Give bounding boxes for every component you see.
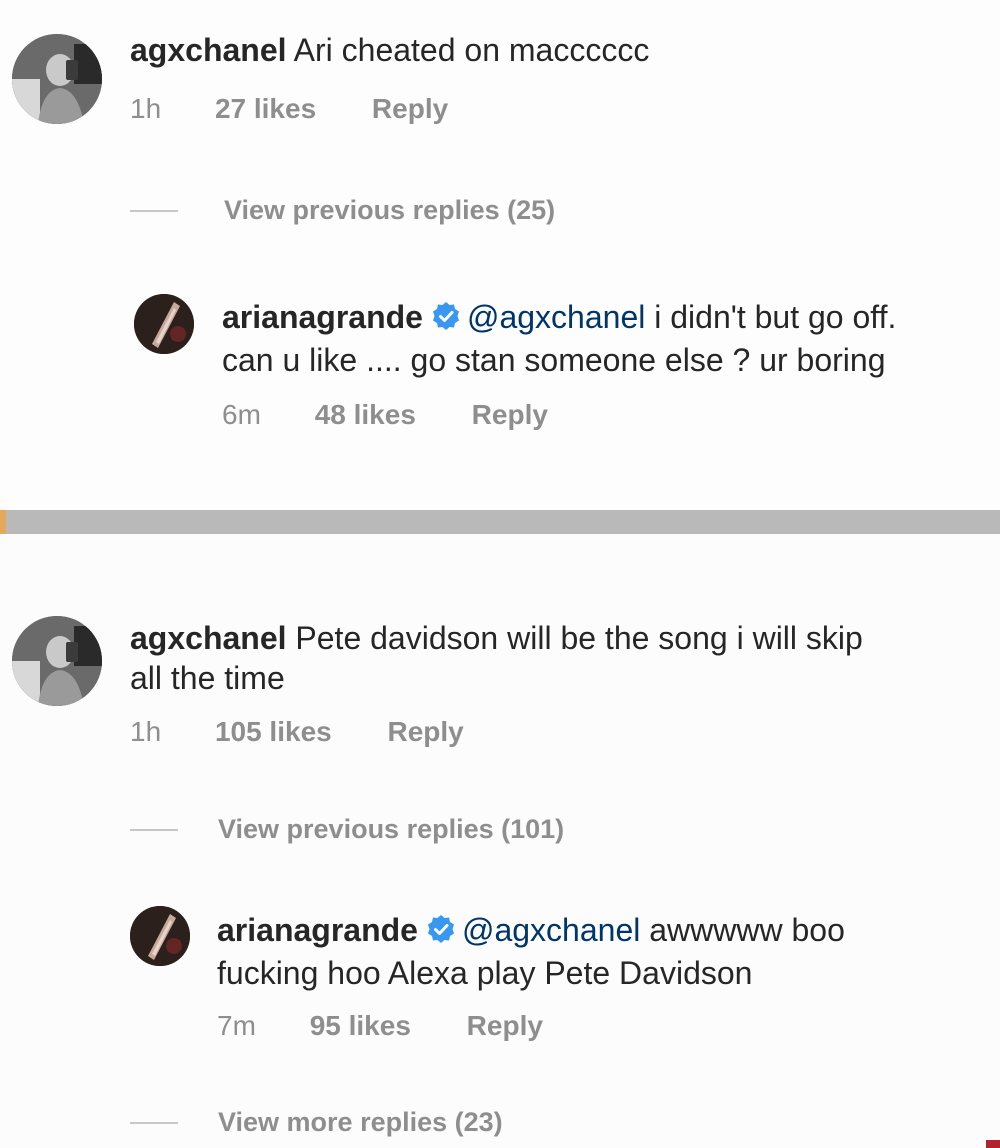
verified-user-avatar-icon[interactable] [130, 906, 190, 966]
thread-divider-line [130, 829, 178, 831]
reply-username[interactable]: arianagrande [217, 912, 418, 948]
comment-text-line1: Pete davidson will be the song i will sk… [295, 620, 863, 656]
thread-divider-line [130, 210, 178, 212]
reply-mention[interactable]: @agxchanel [462, 912, 640, 948]
view-previous-replies[interactable]: View previous replies (101) [130, 812, 690, 846]
user-avatar-icon[interactable] [12, 34, 102, 124]
reply-button[interactable]: Reply [372, 92, 448, 126]
reply-meta: 7m 95 likes Reply [217, 1009, 543, 1043]
comment-username[interactable]: agxchanel [130, 620, 287, 656]
reply-likes[interactable]: 95 likes [310, 1009, 411, 1043]
view-previous-replies-label[interactable]: View previous replies (101) [218, 812, 564, 846]
verified-user-avatar-icon[interactable] [134, 294, 194, 354]
reply-body: arianagrande @agxchanel awwwww boo fuckin… [217, 910, 845, 993]
reply-text-line2: can u like .... go stan someone else ? u… [222, 342, 886, 378]
reply-time: 7m [217, 1010, 256, 1041]
reply-meta: 6m 48 likes Reply [222, 398, 548, 432]
reply-mention[interactable]: @agxchanel [467, 299, 645, 335]
view-more-replies[interactable]: View more replies (23) [130, 1105, 690, 1139]
comment-likes[interactable]: 105 likes [215, 715, 332, 749]
reply-text-line2: fucking hoo Alexa play Pete Davidson [217, 955, 753, 991]
screenshot-divider [0, 510, 1000, 534]
divider-accent [0, 510, 6, 534]
view-previous-replies[interactable]: View previous replies (25) [130, 193, 690, 227]
corner-watermark [986, 1140, 1000, 1148]
reply-time: 6m [222, 399, 261, 430]
view-previous-replies-label[interactable]: View previous replies (25) [224, 193, 555, 227]
reply-body: arianagrande @agxchanel i didn't but go o… [222, 297, 896, 380]
comment-thread-2: agxchanel Pete davidson will be the song… [0, 534, 1000, 1148]
reply-button[interactable]: Reply [467, 1009, 543, 1043]
reply-likes[interactable]: 48 likes [315, 398, 416, 432]
comment-text: Ari cheated on macccccc [293, 32, 650, 68]
comment-likes[interactable]: 27 likes [215, 92, 316, 126]
comment-body: agxchanel Ari cheated on macccccc [130, 30, 649, 70]
comment-time: 1h [130, 716, 162, 747]
reply-button[interactable]: Reply [388, 715, 464, 749]
verified-badge-icon [426, 913, 456, 953]
comment-text-line2: all the time [130, 660, 285, 696]
reply-text-line1: awwwww boo [649, 912, 845, 948]
reply-button[interactable]: Reply [472, 398, 548, 432]
reply-username[interactable]: arianagrande [222, 299, 423, 335]
comment-meta: 1h 105 likes Reply [130, 715, 464, 749]
view-more-replies-label[interactable]: View more replies (23) [218, 1105, 503, 1139]
comment-thread-1: agxchanel Ari cheated on macccccc 1h 27 … [0, 0, 1000, 510]
user-avatar-icon[interactable] [12, 616, 102, 706]
comment-username[interactable]: agxchanel [130, 32, 287, 68]
reply-text-line1: i didn't but go off. [654, 299, 897, 335]
comment-meta: 1h 27 likes Reply [130, 92, 448, 126]
verified-badge-icon [431, 300, 461, 340]
thread-divider-line [130, 1122, 178, 1124]
comment-body: agxchanel Pete davidson will be the song… [130, 618, 863, 698]
comment-time: 1h [130, 93, 162, 124]
